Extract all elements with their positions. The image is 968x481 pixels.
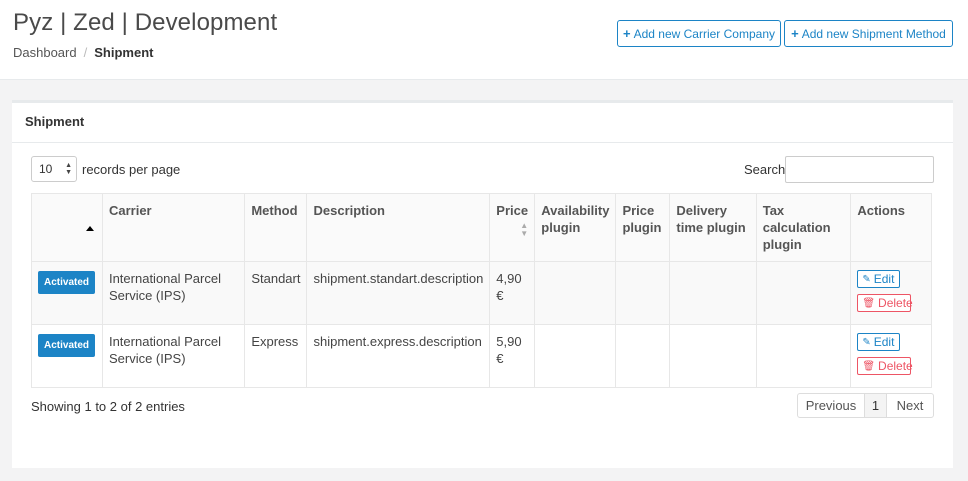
column-header-price-plugin[interactable]: Price plugin (615, 193, 671, 262)
records-per-page-label: records per page (82, 162, 181, 177)
trash-icon: 🗑 (862, 360, 876, 372)
pagination: Previous 1 Next (797, 393, 934, 418)
search-input[interactable] (785, 156, 934, 183)
pagination-page-1[interactable]: 1 (864, 394, 886, 417)
status-badge: Activated (38, 271, 96, 294)
edit-icon: ✎ (862, 336, 871, 348)
breadcrumb-current: Shipment (94, 45, 154, 60)
status-cell: Activated (31, 324, 103, 388)
delete-button[interactable]: 🗑 Delete (857, 294, 913, 312)
description-cell: shipment.express.description (306, 324, 491, 388)
column-header-availability-plugin[interactable]: Availability plugin (534, 193, 617, 262)
records-per-page-value: 10 (39, 162, 53, 176)
sort-asc-icon (86, 226, 94, 231)
delete-label: Delete (878, 358, 913, 373)
plus-icon: + (791, 26, 799, 41)
add-shipment-method-button[interactable]: + Add new Shipment Method (784, 20, 953, 47)
edit-button[interactable]: ✎ Edit (857, 270, 901, 288)
actions-cell: ✎ Edit 🗑 Delete (850, 324, 932, 388)
column-header-description[interactable]: Description (306, 193, 491, 262)
status-badge: Activated (38, 334, 96, 357)
column-header-price[interactable]: Price ▲ ▼ (489, 193, 536, 262)
column-header-method[interactable]: Method (244, 193, 308, 262)
add-carrier-company-button[interactable]: + Add new Carrier Company (617, 20, 781, 47)
page-header: Pyz | Zed | Development Dashboard / Shipme… (0, 0, 968, 80)
carrier-cell: International Parcel Service (IPS) (101, 261, 246, 325)
carrier-cell: International Parcel Service (IPS) (101, 324, 246, 388)
method-cell: Standart (244, 261, 308, 325)
shipment-table: Carrier Method Description Price ▲ ▼ Avail… (31, 193, 932, 388)
select-arrows-icon: ▲ ▼ (65, 162, 72, 176)
breadcrumb-dashboard[interactable]: Dashboard (13, 45, 77, 60)
table-info: Showing 1 to 2 of 2 entries (31, 399, 185, 414)
breadcrumb-separator: / (83, 45, 88, 60)
sort-icon: ▲ ▼ (520, 221, 529, 238)
tax-calculation-plugin-cell (755, 261, 852, 325)
table-row: Activated International Parcel Service (… (31, 261, 932, 325)
delete-label: Delete (878, 295, 913, 310)
availability-plugin-cell (534, 324, 617, 388)
search-label: Search: (744, 162, 789, 177)
panel-title: Shipment (25, 114, 85, 129)
method-cell: Express (244, 324, 308, 388)
breadcrumb: Dashboard / Shipment (13, 45, 153, 60)
table-row: Activated International Parcel Service (… (31, 324, 932, 388)
column-header-status[interactable] (31, 193, 103, 262)
plus-icon: + (623, 26, 631, 41)
actions-cell: ✎ Edit 🗑 Delete (850, 261, 932, 325)
column-header-delivery-time-plugin[interactable]: Delivery time plugin (669, 193, 757, 262)
records-per-page-select[interactable]: 10 ▲ ▼ (31, 156, 77, 182)
availability-plugin-cell (534, 261, 617, 325)
column-header-tax-calculation-plugin[interactable]: Tax calculation plugin (755, 193, 852, 262)
status-cell: Activated (31, 261, 103, 325)
edit-label: Edit (873, 334, 895, 349)
price-plugin-cell (615, 261, 671, 325)
delivery-time-plugin-cell (669, 261, 757, 325)
edit-label: Edit (873, 271, 895, 286)
column-header-carrier[interactable]: Carrier (101, 193, 246, 262)
table-header-row: Carrier Method Description Price ▲ ▼ Avail… (31, 193, 932, 262)
column-header-price-label: Price (496, 203, 529, 218)
panel-title-bar: Shipment (12, 103, 953, 143)
description-cell: shipment.standart.description (306, 261, 491, 325)
delivery-time-plugin-cell (669, 324, 757, 388)
edit-button[interactable]: ✎ Edit (857, 333, 901, 351)
price-cell: 4,90 € (489, 261, 536, 325)
trash-icon: 🗑 (862, 297, 876, 309)
column-header-actions: Actions (850, 193, 932, 262)
pagination-next-button[interactable]: Next (886, 394, 933, 417)
edit-icon: ✎ (862, 273, 871, 285)
price-plugin-cell (615, 324, 671, 388)
pagination-previous-button[interactable]: Previous (798, 394, 864, 417)
tax-calculation-plugin-cell (755, 324, 852, 388)
delete-button[interactable]: 🗑 Delete (857, 357, 913, 375)
app-title: Pyz | Zed | Development (13, 9, 278, 36)
add-carrier-company-label: Add new Carrier Company (633, 26, 775, 41)
price-cell: 5,90 € (489, 324, 536, 388)
add-shipment-method-label: Add new Shipment Method (801, 26, 946, 41)
